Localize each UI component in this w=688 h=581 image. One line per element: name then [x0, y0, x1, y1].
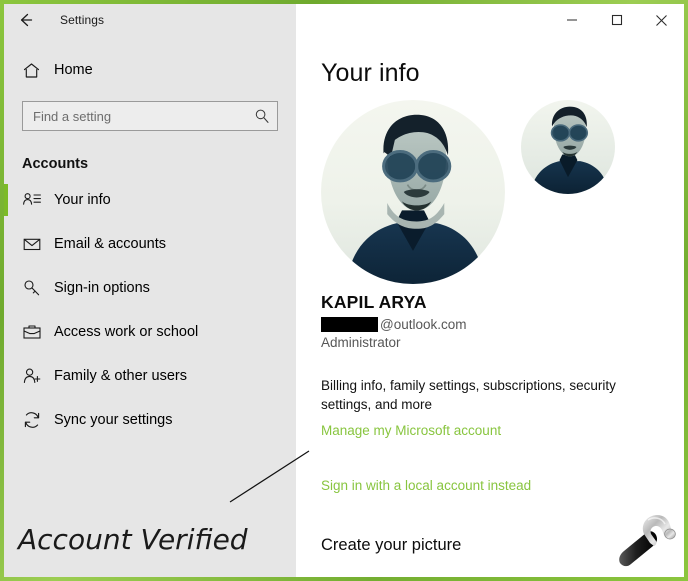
close-icon [655, 14, 668, 27]
content-pane: Your info KAPIL ARYA @outlook.com Admini… [296, 36, 684, 577]
app-title: Settings [60, 13, 105, 27]
home-icon [22, 61, 52, 80]
back-arrow-icon [17, 11, 35, 29]
maximize-button[interactable] [594, 4, 639, 36]
settings-window: Settings Home Find a setting Accounts Yo… [0, 0, 688, 581]
avatar-group [296, 94, 684, 292]
sidebar-item-home-label: Home [54, 62, 93, 78]
local-account-link[interactable]: Sign in with a local account instead [321, 478, 531, 493]
page-title: Your info [321, 59, 420, 87]
annotation-label: Account Verified [18, 523, 248, 556]
sidebar-item-sync-settings[interactable]: Sync your settings [4, 398, 296, 442]
sidebar-item-email-accounts[interactable]: Email & accounts [4, 222, 296, 266]
billing-description: Billing info, family settings, subscript… [321, 378, 616, 412]
account-email: @outlook.com [321, 316, 684, 333]
sidebar-item-your-info[interactable]: Your info [4, 178, 296, 222]
sidebar-item-your-info-label: Your info [54, 192, 111, 208]
envelope-icon [22, 234, 52, 254]
search-box [22, 101, 278, 131]
minimize-icon [566, 14, 578, 26]
briefcase-icon [22, 322, 52, 342]
sidebar-section-header: Accounts [22, 156, 89, 172]
avatar[interactable] [321, 100, 505, 284]
email-domain: @outlook.com [380, 317, 467, 332]
back-button[interactable] [4, 4, 48, 36]
sidebar-item-family-other-users[interactable]: Family & other users [4, 354, 296, 398]
search-input[interactable] [22, 101, 278, 131]
sync-icon [22, 410, 52, 430]
close-button[interactable] [639, 4, 684, 36]
maximize-icon [611, 14, 623, 26]
account-role: Administrator [321, 335, 401, 350]
sidebar-item-access-work-school-label: Access work or school [54, 324, 199, 340]
window-client-area: Settings Home Find a setting Accounts Yo… [4, 4, 684, 577]
avatar-secondary[interactable] [521, 100, 615, 194]
sidebar-item-family-other-users-label: Family & other users [54, 368, 187, 384]
title-bar-left: Settings [4, 4, 296, 36]
sidebar-item-email-accounts-label: Email & accounts [54, 236, 167, 252]
sidebar: Home Accounts [4, 36, 296, 577]
manage-microsoft-account-link[interactable]: Manage my Microsoft account [321, 423, 501, 438]
account-name: KAPIL ARYA [321, 292, 427, 312]
sidebar-item-home[interactable]: Home [4, 50, 296, 90]
title-bar: Settings [4, 4, 684, 36]
sidebar-nav-list: Your info Email & accounts Sign-in optio… [4, 178, 296, 442]
window-controls [549, 4, 684, 36]
sidebar-item-access-work-school[interactable]: Access work or school [4, 310, 296, 354]
minimize-button[interactable] [549, 4, 594, 36]
person-add-icon [22, 366, 52, 386]
sidebar-item-sync-settings-label: Sync your settings [54, 412, 173, 428]
sidebar-item-signin-options-label: Sign-in options [54, 280, 150, 296]
contact-card-icon [22, 190, 52, 210]
key-icon [22, 278, 52, 298]
email-redaction-block [321, 317, 378, 332]
sidebar-item-signin-options[interactable]: Sign-in options [4, 266, 296, 310]
create-picture-heading: Create your picture [321, 536, 462, 554]
